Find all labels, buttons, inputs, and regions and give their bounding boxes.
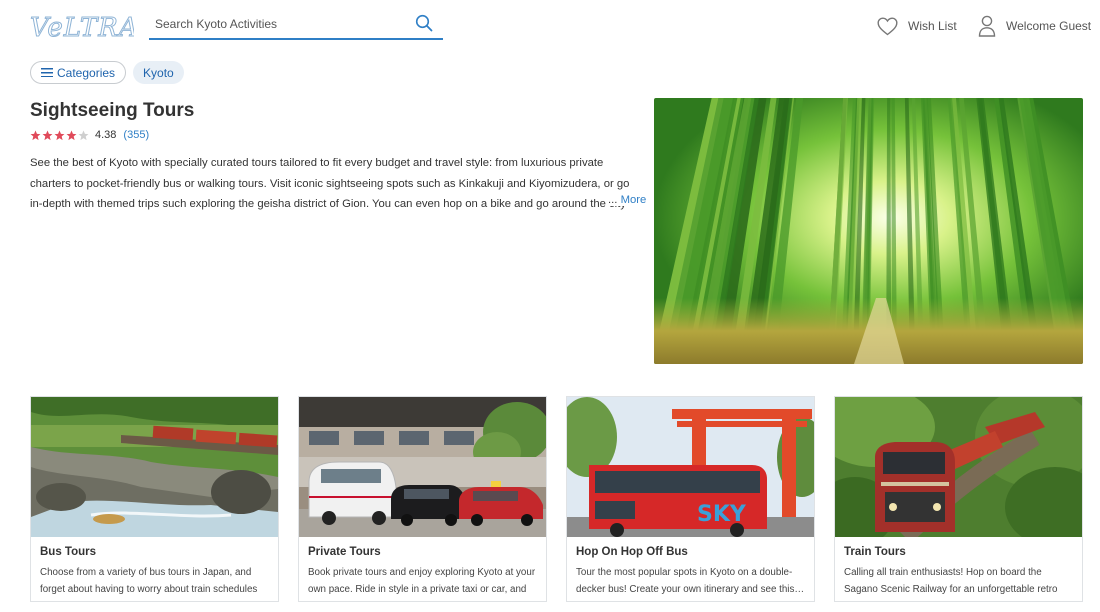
svg-text:SKY: SKY	[697, 502, 747, 527]
breadcrumb-city-kyoto[interactable]: Kyoto	[133, 61, 184, 84]
page-title: Sightseeing Tours	[30, 100, 195, 121]
wishlist-label: Wish List	[908, 19, 957, 33]
card-image-red-bus-torii: SKY	[567, 397, 814, 537]
site-header: VeLTRA Wish List Welcome Guest	[0, 0, 1100, 52]
breadcrumb: Categories Kyoto	[30, 61, 184, 84]
user-icon	[978, 15, 996, 37]
logo-text: VeLTRA	[30, 13, 134, 43]
card-image-sagano-train	[835, 397, 1082, 537]
card-bus-tours[interactable]: Bus Tours Choose from a variety of bus t…	[30, 396, 279, 602]
more-label: More	[620, 194, 647, 206]
hero-image-bamboo-forest	[654, 98, 1083, 364]
card-description: Book private tours and enjoy exploring K…	[308, 567, 536, 595]
star-filled-icon	[54, 130, 65, 140]
veltra-logo[interactable]: VeLTRA	[30, 8, 134, 44]
card-hop-on-hop-off-bus[interactable]: SKY Hop On Hop Off Bus Tour the most pop…	[566, 396, 815, 602]
card-image-river-train	[31, 397, 278, 537]
subcategory-cards: Bus Tours Choose from a variety of bus t…	[30, 396, 1083, 602]
more-dots: ...	[608, 194, 618, 206]
categories-label: Categories	[57, 65, 116, 80]
card-private-tours[interactable]: Private Tours Book private tours and enj…	[298, 396, 547, 602]
card-image-private-cars	[299, 397, 546, 537]
account-link[interactable]: Welcome Guest	[978, 14, 1091, 38]
rating-score: 4.38	[95, 129, 117, 141]
card-description: Tour the most popular spots in Kyoto on …	[576, 567, 805, 595]
rating-stars	[30, 130, 89, 141]
star-filled-icon	[30, 130, 41, 140]
rating: 4.38 (355)	[30, 129, 149, 141]
star-filled-icon	[42, 130, 53, 140]
wishlist-link[interactable]: Wish List	[877, 14, 957, 38]
search-icon[interactable]	[415, 14, 433, 32]
card-train-tours[interactable]: Train Tours Calling all train enthusiast…	[834, 396, 1083, 602]
card-description: Calling all train enthusiasts! Hop on bo…	[844, 567, 1058, 595]
menu-icon	[41, 68, 53, 77]
category-description: See the best of Kyoto with specially cur…	[30, 157, 630, 210]
star-empty-icon	[78, 130, 89, 140]
card-title: Bus Tours	[40, 546, 97, 558]
review-count-link[interactable]: (355)	[123, 129, 149, 141]
heart-icon	[877, 16, 898, 35]
account-label: Welcome Guest	[1006, 19, 1092, 33]
card-description: Choose from a variety of bus tours in Ja…	[40, 567, 258, 595]
search-bar	[149, 10, 443, 40]
more-link[interactable]: ... More	[606, 194, 647, 206]
search-input[interactable]	[149, 10, 399, 38]
card-title: Private Tours	[308, 546, 381, 558]
card-title: Train Tours	[844, 546, 906, 558]
categories-button[interactable]: Categories	[30, 61, 127, 84]
card-title: Hop On Hop Off Bus	[576, 546, 688, 558]
star-filled-icon	[66, 130, 77, 140]
